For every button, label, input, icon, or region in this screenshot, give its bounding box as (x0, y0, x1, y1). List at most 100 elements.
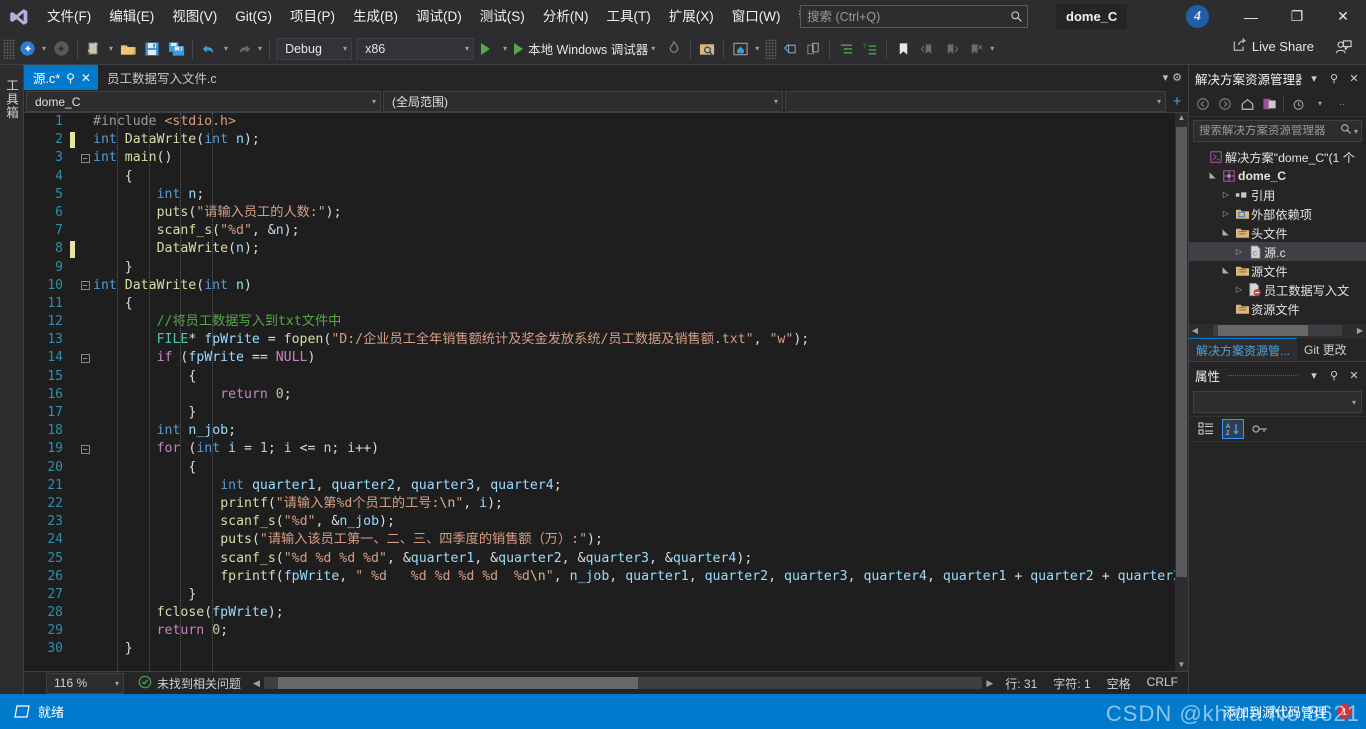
save-icon[interactable] (140, 37, 164, 61)
solution-tree-hscroll[interactable]: ◀ ▶ (1189, 324, 1366, 337)
window-controls[interactable]: — ❐ ✕ (1228, 0, 1366, 33)
scroll-left-arrow-icon[interactable]: ◀ (1189, 326, 1201, 335)
toolbox-strip[interactable]: 工具箱 (0, 65, 24, 694)
redo-icon[interactable] (231, 37, 255, 61)
new-file-icon[interactable] (82, 37, 106, 61)
solution-tree[interactable]: 解决方案"dome_C"(1 个 ◢ dome_C ▷ 引用 ▷ 外部依赖项 ◢ 头文件 ▷ C 源.… (1189, 145, 1366, 324)
collapsed-arrow-icon[interactable]: ▷ (1232, 285, 1246, 294)
notification-count-badge[interactable]: 1 (1337, 704, 1352, 719)
tree-item[interactable]: 解决方案"dome_C"(1 个 (1189, 147, 1366, 166)
code-line[interactable]: 11 { (24, 295, 1175, 313)
code-text[interactable]: { (93, 168, 1175, 186)
tree-item[interactable]: ◢ 源文件 (1189, 261, 1366, 280)
zoom-level-combo[interactable]: 116 % ▾ (46, 672, 124, 694)
code-line[interactable]: 26 fprintf(fpWrite, " %d %d %d %d %d %d\n… (24, 568, 1175, 586)
code-text[interactable]: scanf_s("%d", &n_job); (93, 513, 1175, 531)
code-line[interactable]: 12 //将员工数据写入到txt文件中 (24, 313, 1175, 331)
tree-item[interactable]: 资源文件 (1189, 299, 1366, 318)
code-text[interactable]: int quarter1, quarter2, quarter3, quarte… (93, 477, 1175, 495)
code-text[interactable]: if (fpWrite == NULL) (93, 349, 1175, 367)
code-text[interactable]: scanf_s("%d %d %d %d", &quarter1, &quart… (93, 550, 1175, 568)
solution-search-input[interactable] (1199, 125, 1338, 137)
editor-horizontal-scrollbar[interactable]: ◀ ▶ (249, 677, 997, 689)
menu-item-window[interactable]: 窗口(W) (723, 0, 790, 33)
code-text[interactable]: int main() (93, 149, 1175, 167)
fold-toggle-icon[interactable]: − (77, 349, 93, 367)
close-button[interactable]: ✕ (1320, 0, 1366, 33)
hscroll-thumb[interactable] (1218, 325, 1309, 336)
code-line[interactable]: 19− for (int i = 1; i <= n; i++) (24, 440, 1175, 458)
code-line[interactable]: 17} (24, 404, 1175, 422)
home-caret-icon[interactable]: ▾ (752, 44, 762, 53)
navbar-member-combo[interactable]: ▾ (785, 91, 1166, 112)
pending-changes-icon[interactable] (1288, 94, 1308, 114)
menu-item-edit[interactable]: 编辑(E) (100, 0, 163, 33)
code-lines-container[interactable]: 1 #include <stdio.h> 2 int DataWrite(int n)… (24, 113, 1175, 671)
code-text[interactable]: printf("请输入第%d个员工的工号:\n", i); (93, 495, 1175, 513)
scroll-down-arrow-icon[interactable]: ▼ (1175, 660, 1188, 671)
code-text[interactable]: { (93, 295, 1175, 313)
hscroll-thumb[interactable] (278, 677, 638, 689)
code-line[interactable]: 24 puts("请输入该员工第一、二、三、四季度的销售额（万）:"); (24, 531, 1175, 549)
code-text[interactable]: for (int i = 1; i <= n; i++) (93, 440, 1175, 458)
editor-vertical-scrollbar[interactable]: ▲ ▼ (1175, 113, 1188, 671)
menu-bar[interactable]: 文件(F) 编辑(E) 视图(V) Git(G) 项目(P) 生成(B) 调试(… (38, 0, 853, 33)
undo-icon[interactable] (197, 37, 221, 61)
code-line[interactable]: 30} (24, 640, 1175, 658)
comment-lines-icon[interactable] (834, 37, 858, 61)
home-icon[interactable] (728, 37, 752, 61)
code-line[interactable]: 23 scanf_s("%d", &n_job); (24, 513, 1175, 531)
scroll-up-arrow-icon[interactable]: ▲ (1175, 113, 1188, 124)
source-control-label[interactable]: 添加到源代码管理 (1223, 702, 1327, 721)
hscroll-track[interactable] (1213, 325, 1342, 336)
toggle-bookmark-icon[interactable] (891, 37, 915, 61)
expanded-arrow-icon[interactable]: ◢ (1222, 226, 1231, 240)
overflow-caret-icon[interactable]: ▾ (1310, 94, 1330, 114)
solution-explorer-search[interactable]: ▾ (1193, 120, 1362, 142)
next-bookmark-icon[interactable] (939, 37, 963, 61)
back-icon[interactable] (1193, 94, 1213, 114)
code-line[interactable]: 9} (24, 259, 1175, 277)
minimize-button[interactable]: — (1228, 0, 1274, 33)
code-text[interactable]: } (93, 586, 1175, 604)
code-text[interactable]: fclose(fpWrite); (93, 604, 1175, 622)
code-line[interactable]: 13 FILE* fpWrite = fopen("D:/企业员工全年销售额统计及… (24, 331, 1175, 349)
scroll-right-arrow-icon[interactable]: ▶ (1354, 326, 1366, 335)
tree-item[interactable]: ▷ 引用 (1189, 185, 1366, 204)
menu-item-tools[interactable]: 工具(T) (598, 0, 660, 33)
fold-toggle-icon[interactable]: − (77, 440, 93, 458)
search-options-caret-icon[interactable]: ▾ (1354, 127, 1361, 136)
tab-employee-data-file[interactable]: 员工数据写入文件.c (98, 65, 224, 90)
switch-views-icon[interactable] (1259, 94, 1279, 114)
dock-tab-git-changes[interactable]: Git 更改 (1297, 338, 1354, 361)
chevron-down-icon[interactable]: ▾ (1306, 369, 1322, 382)
search-input[interactable] (801, 9, 1005, 24)
navigate-forward-def-icon[interactable] (801, 37, 825, 61)
code-line[interactable]: 6 puts("请输入员工的人数:"); (24, 204, 1175, 222)
code-line[interactable]: 28 fclose(fpWrite); (24, 604, 1175, 622)
menu-item-test[interactable]: 测试(S) (471, 0, 534, 33)
code-line[interactable]: 21 int quarter1, quarter2, quarter3, quar… (24, 477, 1175, 495)
code-line[interactable]: 18 int n_job; (24, 422, 1175, 440)
clear-bookmarks-icon[interactable] (963, 37, 987, 61)
menu-item-build[interactable]: 生成(B) (344, 0, 407, 33)
hot-reload-icon[interactable] (662, 37, 686, 61)
code-line[interactable]: 25 scanf_s("%d %d %d %d", &quarter1, &qua… (24, 550, 1175, 568)
chevron-down-icon[interactable]: ▾ (1306, 72, 1322, 85)
hscroll-track[interactable] (263, 677, 983, 689)
solution-configuration-combo[interactable]: Debug ▾ (276, 37, 353, 60)
code-line[interactable]: 16 return 0; (24, 386, 1175, 404)
code-line[interactable]: 27} (24, 586, 1175, 604)
code-text[interactable]: fprintf(fpWrite, " %d %d %d %d %d %d\n",… (93, 568, 1175, 586)
redo-caret-icon[interactable]: ▾ (255, 44, 265, 53)
code-text[interactable]: int DataWrite(int n); (93, 131, 1175, 149)
collapsed-arrow-icon[interactable]: ▷ (1232, 247, 1246, 256)
indent-mode-label[interactable]: 空格 (1107, 675, 1131, 692)
expanded-arrow-icon[interactable]: ◢ (1209, 169, 1218, 183)
menu-item-debug[interactable]: 调试(D) (407, 0, 471, 33)
close-icon[interactable]: ✕ (1346, 72, 1362, 85)
account-icon[interactable] (1335, 39, 1352, 61)
navbar-scope-combo[interactable]: (全局范围) ▾ (383, 91, 783, 112)
line-ending-label[interactable]: CRLF (1147, 675, 1178, 692)
code-line[interactable]: 3− int main() (24, 149, 1175, 167)
